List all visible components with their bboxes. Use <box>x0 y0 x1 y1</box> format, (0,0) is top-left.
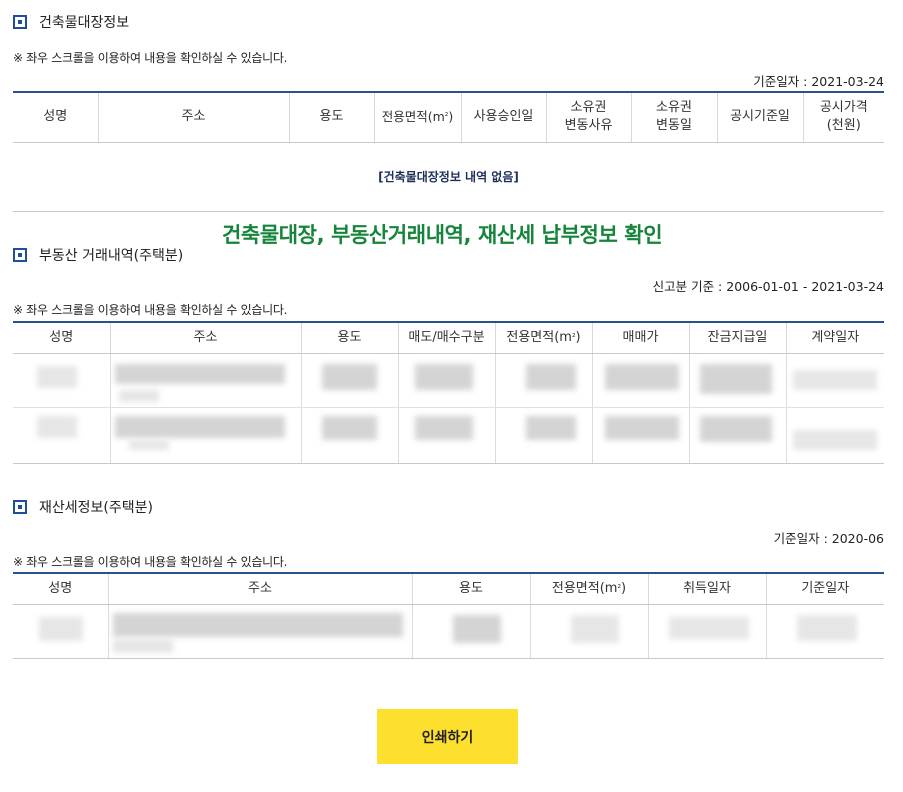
redacted-cell <box>13 604 108 659</box>
realestate-header-row: 성명 주소 용도 매도/매수구분 전용면적(m²) 매매가 잔금지급일 계약일자 <box>13 321 884 354</box>
col-name: 성명 <box>13 91 98 143</box>
col-address: 주소 <box>107 572 412 605</box>
tax-scroll-notice: ※ 좌우 스크롤을 이용하여 내용을 확인하실 수 있습니다. <box>13 555 288 569</box>
col-price: 매매가 <box>591 321 689 354</box>
section-bullet-icon <box>13 15 27 29</box>
redacted-cell <box>529 604 648 659</box>
col-usage: 용도 <box>288 91 374 143</box>
redacted-cell <box>688 353 786 464</box>
tax-section-title: 재산세정보(주택분) <box>13 497 153 517</box>
redacted-cell <box>107 604 412 659</box>
redacted-cell <box>109 353 301 464</box>
col-address: 주소 <box>109 321 301 354</box>
col-usage: 용도 <box>411 572 530 605</box>
redacted-cell <box>397 353 495 464</box>
tax-table: 성명 주소 용도 전용면적(m²) 취득일자 기준일자 <box>13 572 884 659</box>
col-ownership-reason: 소유권 변동사유 <box>545 91 631 143</box>
redacted-cell <box>591 353 689 464</box>
realestate-table: 성명 주소 용도 매도/매수구분 전용면적(m²) 매매가 잔금지급일 계약일자 <box>13 321 884 464</box>
overlay-caption: 건축물대장, 부동산거래내역, 재산세 납부정보 확인 <box>222 223 663 247</box>
col-contract-date: 계약일자 <box>785 321 884 354</box>
building-scroll-notice: ※ 좌우 스크롤을 이용하여 내용을 확인하실 수 있습니다. <box>13 51 288 65</box>
col-notice-date: 공시기준일 <box>716 91 803 143</box>
col-std-date: 기준일자 <box>765 572 884 605</box>
col-trade-type: 매도/매수구분 <box>397 321 495 354</box>
realestate-section-title: 부동산 거래내역(주택분) <box>13 245 183 265</box>
section-bullet-icon <box>13 248 27 262</box>
tax-header-row: 성명 주소 용도 전용면적(m²) 취득일자 기준일자 <box>13 572 884 605</box>
redacted-cell <box>785 353 884 464</box>
col-notice-price: 공시가격 (천원) <box>802 91 884 143</box>
building-table: 성명 주소 용도 전용면적(m²) 사용승인일 소유권 변동사유 소유권 변동일 공… <box>13 91 884 212</box>
row-divider <box>13 407 884 408</box>
col-balance-date: 잔금지급일 <box>688 321 786 354</box>
redacted-cell <box>411 604 530 659</box>
col-area: 전용면적(m²) <box>494 321 592 354</box>
realestate-title-text: 부동산 거래내역(주택분) <box>39 248 184 264</box>
redacted-cell <box>300 353 398 464</box>
col-address: 주소 <box>97 91 289 143</box>
col-ownership-date: 소유권 변동일 <box>630 91 717 143</box>
building-section-title: 건축물대장정보 <box>13 12 129 32</box>
building-title-text: 건축물대장정보 <box>39 15 130 31</box>
building-empty-message: [건축물대장정보 내역 없음] <box>13 142 884 212</box>
building-std-date: 기준일자 : 2021-03-24 <box>753 74 884 89</box>
building-header-row: 성명 주소 용도 전용면적(m²) 사용승인일 소유권 변동사유 소유권 변동일 공… <box>13 91 884 143</box>
realestate-std-date: 신고분 기준 : 2006-01-01 - 2021-03-24 <box>652 279 884 294</box>
col-area: 전용면적(m²) <box>373 91 461 143</box>
building-empty-row: [건축물대장정보 내역 없음] <box>13 142 884 212</box>
table-row <box>13 604 884 659</box>
redacted-cell <box>647 604 766 659</box>
col-name: 성명 <box>13 321 110 354</box>
redacted-cell <box>765 604 884 659</box>
col-area: 전용면적(m²) <box>529 572 648 605</box>
realestate-scroll-notice: ※ 좌우 스크롤을 이용하여 내용을 확인하실 수 있습니다. <box>13 303 288 317</box>
redacted-cell <box>13 353 110 464</box>
tax-std-date: 기준일자 : 2020-06 <box>773 531 884 546</box>
redacted-cell <box>494 353 592 464</box>
tax-title-text: 재산세정보(주택분) <box>39 500 153 516</box>
col-usage: 용도 <box>300 321 398 354</box>
section-bullet-icon <box>13 500 27 514</box>
col-acquire-date: 취득일자 <box>647 572 766 605</box>
table-row <box>13 353 884 464</box>
col-name: 성명 <box>13 572 108 605</box>
print-button[interactable]: 인쇄하기 <box>377 709 518 764</box>
col-approval-date: 사용승인일 <box>460 91 546 143</box>
